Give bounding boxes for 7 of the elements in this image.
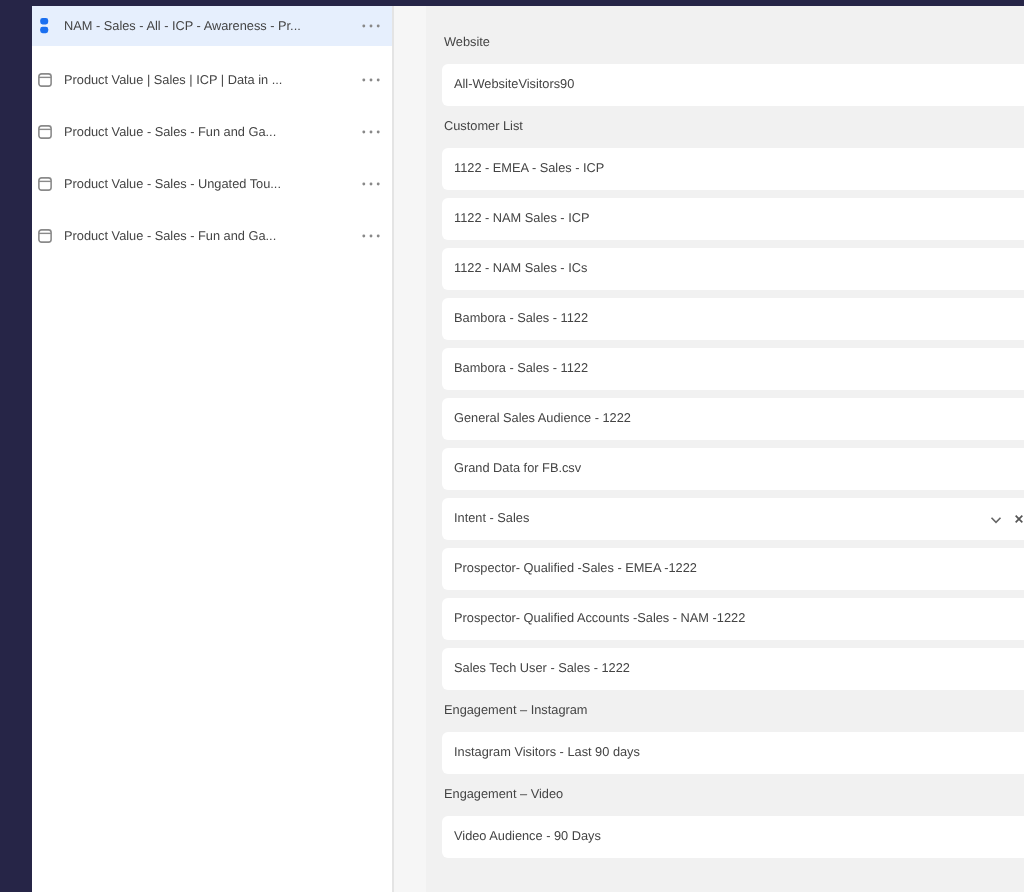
ad-icon (38, 176, 52, 192)
ad-icon (38, 72, 52, 88)
drag-handle-icon (38, 18, 52, 34)
ad-icon (38, 228, 52, 244)
chevron-icon[interactable] (990, 515, 1002, 523)
ad-icon (38, 124, 52, 140)
clear-icon[interactable] (1014, 514, 1024, 524)
